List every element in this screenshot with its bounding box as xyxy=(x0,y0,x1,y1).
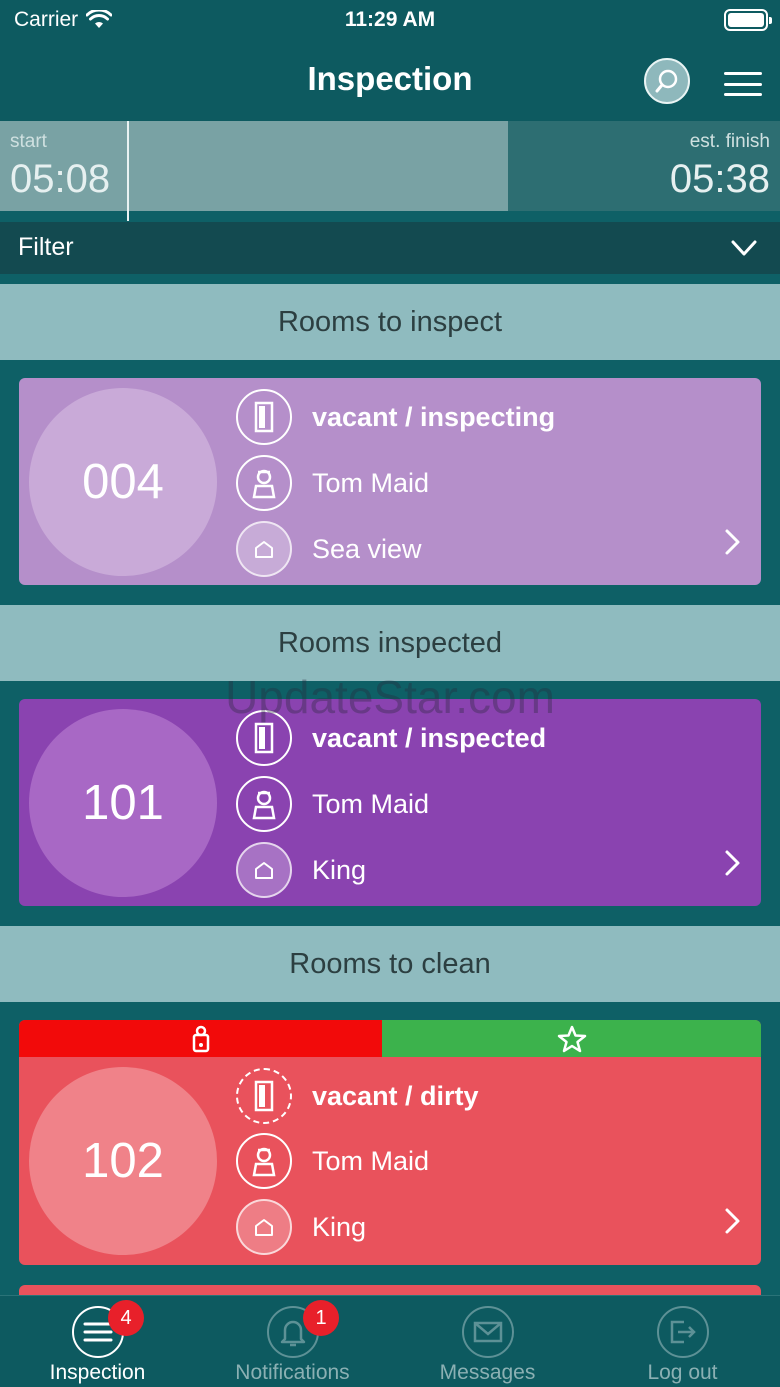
room-type-row: King xyxy=(236,1199,366,1255)
status-bar: Carrier 11:29 AM xyxy=(0,0,780,42)
tab-label: Notifications xyxy=(235,1361,350,1384)
room-type-row: Sea view xyxy=(236,521,422,577)
room-number: 102 xyxy=(29,1067,217,1255)
inspection-timer: start 05:08 est. finish 05:38 xyxy=(0,121,780,221)
tab-messages[interactable]: Messages xyxy=(390,1296,585,1387)
room-number: 004 xyxy=(29,388,217,576)
house-icon xyxy=(236,1199,292,1255)
maid-icon xyxy=(236,1133,292,1189)
finish-time: 05:38 xyxy=(669,157,770,201)
inspection-badge: 4 xyxy=(108,1300,144,1336)
room-card[interactable]: 101 vacant / inspected Tom Maid King xyxy=(19,699,761,906)
room-card[interactable]: 004 vacant / inspecting Tom Maid Sea vie… xyxy=(19,378,761,585)
room-maid-row: Tom Maid xyxy=(236,1133,429,1189)
door-dirty-icon xyxy=(236,1068,292,1124)
filter-label: Filter xyxy=(18,233,74,261)
timer-marker xyxy=(127,121,129,221)
house-icon xyxy=(236,521,292,577)
chevron-right-icon xyxy=(725,850,740,876)
room-number: 101 xyxy=(29,709,217,897)
section-header-to-clean: Rooms to clean xyxy=(0,926,780,1002)
room-maid-row: Tom Maid xyxy=(236,455,429,511)
finish-label: est. finish xyxy=(689,131,770,152)
start-label: start xyxy=(10,131,47,152)
room-type: Sea view xyxy=(312,533,422,564)
search-button[interactable] xyxy=(644,58,690,104)
room-card[interactable]: 102 vacant / dirty Tom Maid King xyxy=(19,1020,761,1265)
tab-notifications[interactable]: 1 Notifications xyxy=(195,1296,390,1387)
room-maid: Tom Maid xyxy=(312,467,430,498)
chevron-right-icon xyxy=(725,529,740,555)
vip-banner xyxy=(382,1020,761,1057)
maid-icon xyxy=(236,455,292,511)
hamburger-menu-icon[interactable] xyxy=(724,72,762,96)
room-status-row: vacant / dirty xyxy=(236,1068,479,1124)
door-hanger-icon xyxy=(192,1025,209,1052)
room-maid: Tom Maid xyxy=(312,788,430,819)
filter-bar[interactable]: Filter xyxy=(0,222,780,274)
chevron-right-icon xyxy=(725,1208,740,1234)
tab-bar: 4 Inspection 1 Notifications Messages Lo… xyxy=(0,1295,780,1387)
room-maid: Tom Maid xyxy=(312,1145,430,1176)
tab-log-out[interactable]: Log out xyxy=(585,1296,780,1387)
room-status: vacant / inspected xyxy=(312,722,547,753)
tab-label: Log out xyxy=(647,1361,718,1384)
battery-icon xyxy=(724,9,772,31)
section-header-to-inspect: Rooms to inspect xyxy=(0,284,780,360)
clock: 11:29 AM xyxy=(344,8,436,31)
do-not-disturb-banner xyxy=(19,1020,382,1057)
nav-bar: Inspection xyxy=(0,42,780,121)
tab-label: Inspection xyxy=(49,1361,146,1384)
logout-icon xyxy=(657,1306,709,1358)
room-status-row: vacant / inspecting xyxy=(236,389,555,445)
notifications-badge: 1 xyxy=(303,1300,339,1336)
room-status: vacant / dirty xyxy=(312,1080,479,1111)
room-status: vacant / inspecting xyxy=(312,401,556,432)
watermark: UpdateStar.com xyxy=(225,671,555,723)
tab-label: Messages xyxy=(439,1361,536,1384)
room-type: King xyxy=(312,1211,367,1242)
chevron-down-icon xyxy=(731,240,757,256)
room-maid-row: Tom Maid xyxy=(236,776,429,832)
maid-icon xyxy=(236,776,292,832)
door-icon xyxy=(236,389,292,445)
house-icon xyxy=(236,842,292,898)
start-time: 05:08 xyxy=(10,157,111,201)
room-type: King xyxy=(312,854,367,885)
star-icon xyxy=(557,1025,586,1052)
envelope-icon xyxy=(462,1306,514,1358)
search-icon xyxy=(655,69,678,93)
tab-inspection[interactable]: 4 Inspection xyxy=(0,1296,195,1387)
room-type-row: King xyxy=(236,842,366,898)
